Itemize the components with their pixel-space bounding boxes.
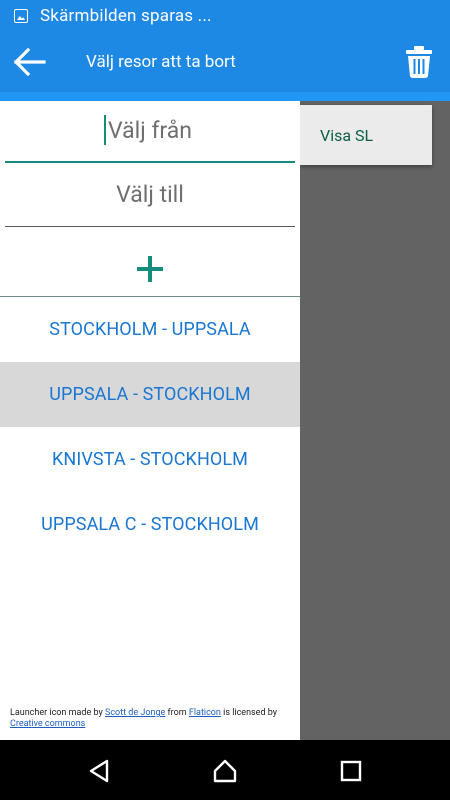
to-placeholder: Välj till bbox=[116, 181, 184, 208]
route-item-selected[interactable]: UPPSALA - STOCKHOLM bbox=[0, 362, 300, 427]
from-field-text-wrap: Välj från bbox=[104, 101, 192, 161]
license-link[interactable]: Creative commons bbox=[10, 719, 85, 729]
credits-prefix: Launcher icon made by bbox=[10, 708, 105, 718]
plus-icon-vertical bbox=[148, 256, 152, 282]
toolbar: Välj resor att ta bort bbox=[0, 32, 450, 92]
image-icon bbox=[14, 9, 28, 23]
route-item[interactable]: STOCKHOLM - UPPSALA bbox=[0, 297, 300, 362]
trash-icon[interactable] bbox=[406, 46, 432, 78]
arrow-left-icon[interactable] bbox=[14, 47, 46, 77]
add-route-button[interactable] bbox=[0, 231, 300, 295]
recents-square-icon[interactable] bbox=[338, 758, 364, 784]
text-cursor bbox=[104, 115, 106, 145]
credits-text: Launcher icon made by Scott de Jonge fro… bbox=[10, 708, 290, 730]
to-field[interactable]: Välj till bbox=[5, 165, 295, 227]
status-bar: Skärmbilden sparas ... bbox=[0, 0, 450, 32]
home-icon[interactable] bbox=[212, 758, 238, 784]
visa-sl-label: Visa SL bbox=[320, 126, 374, 145]
route-item[interactable]: KNIVSTA - STOCKHOLM bbox=[0, 427, 300, 492]
toolbar-underline bbox=[0, 92, 450, 101]
route-list: STOCKHOLM - UPPSALA UPPSALA - STOCKHOLM … bbox=[0, 297, 300, 557]
navigation-bar bbox=[0, 740, 450, 800]
status-text: Skärmbilden sparas ... bbox=[40, 6, 212, 26]
back-triangle-icon[interactable] bbox=[86, 758, 112, 784]
visa-sl-menu-item[interactable]: Visa SL bbox=[300, 105, 432, 165]
flaticon-link[interactable]: Flaticon bbox=[189, 708, 221, 718]
from-placeholder: Välj från bbox=[108, 117, 192, 144]
author-link[interactable]: Scott de Jonge bbox=[105, 708, 165, 718]
scrim-overlay[interactable] bbox=[300, 101, 450, 740]
route-drawer: Välj från Välj till STOCKHOLM - UPPSALA … bbox=[0, 101, 300, 740]
credits-from: from bbox=[165, 708, 189, 718]
credits-is: is licensed by bbox=[220, 708, 278, 718]
route-item[interactable]: UPPSALA C - STOCKHOLM bbox=[0, 492, 300, 557]
from-field[interactable]: Välj från bbox=[5, 101, 295, 163]
page-title: Välj resor att ta bort bbox=[86, 52, 236, 72]
